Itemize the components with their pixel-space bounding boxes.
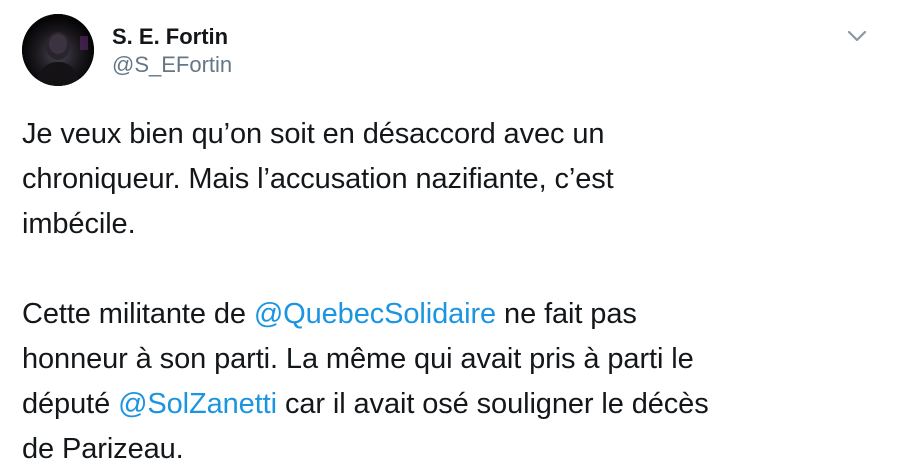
avatar[interactable]	[22, 14, 94, 86]
tweet-text: Je veux bien qu’on soit en désaccord ave…	[22, 112, 882, 472]
tweet-line: chroniqueur. Mais l’accusation nazifiant…	[22, 163, 614, 195]
tweet-menu-button[interactable]	[846, 28, 868, 44]
chevron-down-icon	[847, 30, 867, 42]
tweet-line: imbécile.	[22, 208, 136, 240]
tweet-text-segment: ne fait pas	[496, 298, 637, 330]
mention-link-quebecsolidaire[interactable]: @QuebecSolidaire	[254, 298, 496, 330]
tweet-text-segment: député	[22, 388, 119, 420]
author-names: S. E. Fortin @S_EFortin	[112, 24, 232, 78]
author-handle[interactable]: @S_EFortin	[112, 52, 232, 78]
tweet-line: Je veux bien qu’on soit en désaccord ave…	[22, 118, 605, 150]
tweet-card: S. E. Fortin @S_EFortin Je veux bien qu’…	[0, 0, 904, 476]
tweet-line: de Parizeau.	[22, 433, 184, 465]
tweet-paragraph: Cette militante de @QuebecSolidaire ne f…	[22, 292, 882, 472]
tweet-paragraph: Je veux bien qu’on soit en désaccord ave…	[22, 112, 882, 247]
tweet-text-segment: car il avait osé souligner le décès	[276, 388, 709, 420]
profile-photo-icon	[22, 14, 94, 86]
author-display-name[interactable]: S. E. Fortin	[112, 24, 232, 50]
tweet-header: S. E. Fortin @S_EFortin	[22, 14, 882, 90]
tweet-line: honneur à son parti. La même qui avait p…	[22, 343, 694, 375]
mention-link-solzanetti[interactable]: @SolZanetti	[118, 388, 277, 420]
tweet-text-segment: Cette militante de	[22, 298, 254, 330]
